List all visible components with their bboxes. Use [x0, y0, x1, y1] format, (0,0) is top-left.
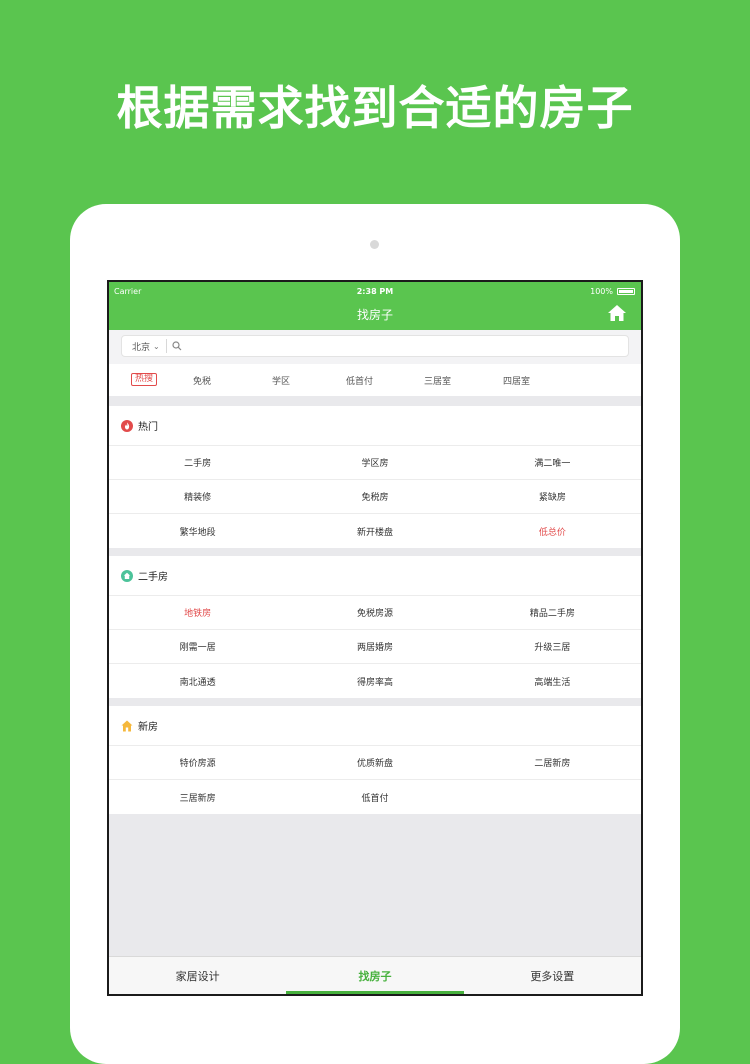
- category-cell[interactable]: 刚需一居: [109, 630, 286, 663]
- city-select[interactable]: 北京 ⌄: [132, 339, 167, 353]
- section-hot: 热门 二手房 学区房 满二唯一 精装修 免税房 紧缺房 繁华地段 新开楼盘 低总…: [109, 406, 641, 548]
- filter-item[interactable]: 免税: [193, 374, 211, 387]
- search-area: 北京 ⌄: [109, 330, 641, 364]
- grid-row: 特价房源 优质新盘 二居新房: [109, 746, 641, 780]
- promo-title: 根据需求找到合适的房子: [116, 81, 634, 135]
- section-new-house: 新房 特价房源 优质新盘 二居新房 三居新房 低首付: [109, 706, 641, 814]
- filter-item[interactable]: 四居室: [503, 374, 530, 387]
- category-cell[interactable]: 繁华地段: [109, 514, 286, 548]
- category-cell[interactable]: 满二唯一: [464, 446, 641, 479]
- category-cell[interactable]: 低首付: [286, 780, 463, 814]
- category-cell[interactable]: 升级三居: [464, 630, 641, 663]
- category-cell[interactable]: 二居新房: [464, 746, 641, 779]
- tab-home-design[interactable]: 家居设计: [109, 957, 286, 994]
- section-header: 热门: [109, 406, 641, 446]
- category-cell-highlight[interactable]: 低总价: [464, 514, 641, 548]
- category-cell[interactable]: 紧缺房: [464, 480, 641, 513]
- section-title: 热门: [138, 422, 158, 433]
- category-cell-empty: [464, 780, 641, 814]
- category-cell[interactable]: 得房率高: [286, 664, 463, 698]
- category-cell[interactable]: 新开楼盘: [286, 514, 463, 548]
- category-cell[interactable]: 精品二手房: [464, 596, 641, 629]
- grid-row: 精装修 免税房 紧缺房: [109, 480, 641, 514]
- grid-row: 刚需一居 两居婚房 升级三居: [109, 630, 641, 664]
- tablet-camera: [370, 240, 379, 249]
- grid-row: 南北通透 得房率高 高端生活: [109, 664, 641, 698]
- filter-item[interactable]: 三居室: [424, 374, 451, 387]
- category-cell[interactable]: 两居婚房: [286, 630, 463, 663]
- tab-bar: 家居设计 找房子 更多设置: [109, 956, 641, 994]
- hot-search-tag: 热搜: [131, 373, 158, 386]
- category-cell[interactable]: 二手房: [109, 446, 286, 479]
- category-cell[interactable]: 免税房源: [286, 596, 463, 629]
- category-cell[interactable]: 三居新房: [109, 780, 286, 814]
- category-cell-highlight[interactable]: 地铁房: [109, 596, 286, 629]
- tab-more-settings[interactable]: 更多设置: [464, 957, 641, 994]
- battery-icon: [617, 288, 635, 295]
- home-icon[interactable]: [607, 304, 627, 322]
- category-cell[interactable]: 免税房: [286, 480, 463, 513]
- house-circle-icon: [121, 569, 133, 582]
- category-cell[interactable]: 特价房源: [109, 746, 286, 779]
- fire-icon: [121, 419, 133, 432]
- page-title: 找房子: [356, 308, 393, 322]
- section-header: 新房: [109, 706, 641, 746]
- app-screen: Carrier 2:38 PM 100% 找房子 北京 ⌄ 热搜 免税 学区 低…: [107, 280, 643, 996]
- category-cell[interactable]: 优质新盘: [286, 746, 463, 779]
- status-bar: Carrier 2:38 PM 100%: [109, 282, 641, 300]
- category-cell[interactable]: 南北通透: [109, 664, 286, 698]
- status-time: 2:38 PM: [356, 287, 394, 296]
- category-cell[interactable]: 高端生活: [464, 664, 641, 698]
- city-label: 北京: [132, 342, 151, 353]
- category-cell[interactable]: 精装修: [109, 480, 286, 513]
- navigation-bar: Carrier 2:38 PM 100% 找房子: [109, 282, 641, 330]
- category-cell[interactable]: 学区房: [286, 446, 463, 479]
- new-house-icon: [121, 720, 133, 731]
- status-battery: 100%: [590, 287, 613, 296]
- filter-item[interactable]: 学区: [272, 374, 290, 387]
- section-title: 二手房: [138, 572, 168, 583]
- tab-find-house[interactable]: 找房子: [286, 957, 464, 994]
- search-input[interactable]: 北京 ⌄: [121, 335, 629, 357]
- filter-bar: 热搜 免税 学区 低首付 三居室 四居室: [109, 364, 641, 396]
- section-title: 新房: [138, 722, 158, 733]
- grid-row: 二手房 学区房 满二唯一: [109, 446, 641, 480]
- filter-item[interactable]: 低首付: [346, 374, 373, 387]
- grid-row: 三居新房 低首付: [109, 780, 641, 814]
- search-icon: [172, 341, 182, 351]
- section-header: 二手房: [109, 556, 641, 596]
- section-second-hand: 二手房 地铁房 免税房源 精品二手房 刚需一居 两居婚房 升级三居 南北通透 得…: [109, 556, 641, 698]
- grid-row: 繁华地段 新开楼盘 低总价: [109, 514, 641, 548]
- chevron-down-icon: ⌄: [153, 341, 160, 351]
- grid-row: 地铁房 免税房源 精品二手房: [109, 596, 641, 630]
